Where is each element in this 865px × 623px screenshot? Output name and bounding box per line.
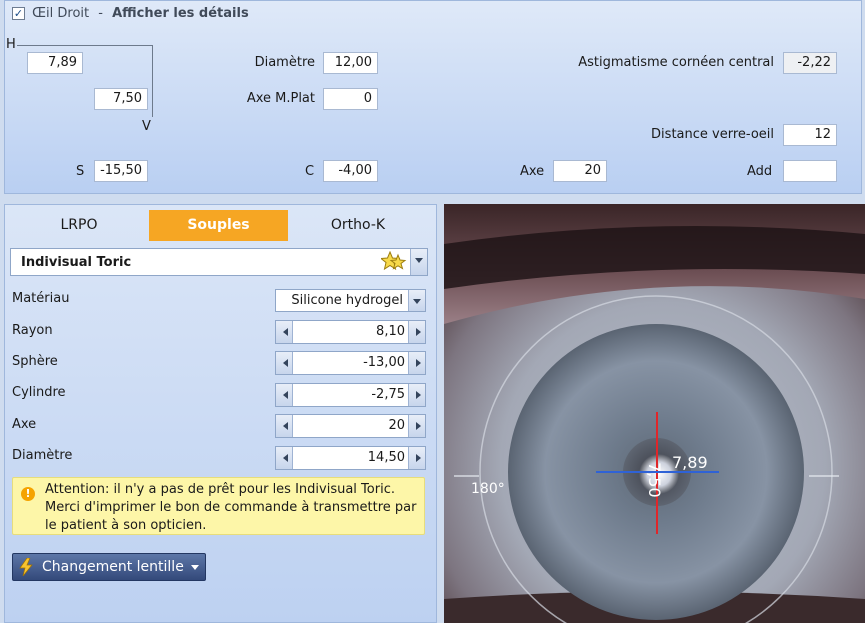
warning-line-1: Attention: il n'y a pas de prêt pour les…: [45, 482, 395, 497]
axe-decrement-icon[interactable]: [276, 415, 293, 437]
vertical-meridian-label: 7,50: [645, 462, 664, 498]
rayon-increment-icon[interactable]: [408, 321, 425, 343]
tab-lrpo[interactable]: LRPO: [10, 210, 148, 241]
cylindre-label: Cylindre: [12, 385, 66, 400]
warning-line-2: Merci d'imprimer le bon de commande à tr…: [45, 500, 417, 515]
distance-label: Distance verre-oeil: [651, 127, 774, 142]
axe-value: 20: [388, 418, 405, 433]
astig-label: Astigmatisme cornéen central: [578, 55, 774, 70]
tab-ortho-k[interactable]: Ortho-K: [289, 210, 427, 241]
k-v-field[interactable]: 7,50: [94, 88, 148, 110]
lens-model-name: Indivisual Toric: [21, 255, 132, 270]
star-icon[interactable]: [381, 251, 407, 273]
diametre-label: Diamètre: [254, 55, 315, 70]
diametre-param-label: Diamètre: [12, 448, 73, 463]
details-link[interactable]: Afficher les détails: [112, 6, 249, 21]
cylindre-value: -2,75: [371, 387, 405, 402]
h-label: H: [6, 37, 16, 52]
tab-souples[interactable]: Souples: [149, 210, 288, 241]
cylindre-stepper[interactable]: -2,75: [275, 383, 426, 407]
horizontal-meridian-label: 7,89: [672, 453, 708, 472]
lens-model-dropdown-button[interactable]: [410, 249, 427, 275]
cylindre-increment-icon[interactable]: [408, 384, 425, 406]
change-lens-label: Changement lentille: [42, 559, 184, 575]
s-field[interactable]: -15,50: [94, 160, 148, 182]
c-field[interactable]: -4,00: [323, 160, 378, 182]
add-field[interactable]: [783, 160, 837, 182]
lens-model-select[interactable]: Indivisual Toric: [10, 248, 428, 276]
sphere-decrement-icon[interactable]: [276, 352, 293, 374]
axe-label: Axe: [520, 164, 545, 179]
eye-image: 7,50 7,89 180°: [444, 204, 865, 623]
eye-header: ✓ Œil Droit - Afficher les détails: [12, 6, 249, 21]
s-label: S: [76, 164, 85, 179]
axe-increment-icon[interactable]: [408, 415, 425, 437]
diametre-field[interactable]: 12,00: [323, 52, 378, 74]
diametre-stepper[interactable]: 14,50: [275, 446, 426, 470]
warning-box: ! Attention: il n'y a pas de prêt pour l…: [12, 477, 425, 535]
axe-mplat-label: Axe M.Plat: [246, 91, 315, 106]
axe-field[interactable]: 20: [553, 160, 607, 182]
change-lens-dropdown-icon: [191, 565, 199, 574]
warning-icon: !: [21, 487, 35, 501]
diametre-decrement-icon[interactable]: [276, 447, 293, 469]
eye-photo: 7,50 7,89 180°: [444, 204, 865, 623]
materiau-value: Silicone hydrogel: [291, 293, 403, 308]
c-label: C: [305, 164, 315, 179]
materiau-dropdown-button[interactable]: [408, 290, 425, 311]
rayon-label: Rayon: [12, 323, 53, 338]
angle-label: 180°: [471, 481, 505, 497]
k-horizontal-line: [17, 45, 153, 46]
axe-stepper[interactable]: 20: [275, 414, 426, 438]
eye-label: Œil Droit: [32, 6, 90, 21]
cylindre-decrement-icon[interactable]: [276, 384, 293, 406]
axe-mplat-field[interactable]: 0: [323, 88, 378, 110]
rayon-value: 8,10: [376, 324, 405, 339]
materiau-label: Matériau: [12, 291, 70, 306]
astig-field: -2,22: [783, 52, 837, 74]
rayon-decrement-icon[interactable]: [276, 321, 293, 343]
axe-param-label: Axe: [12, 417, 37, 432]
add-label: Add: [747, 164, 773, 179]
sphere-value: -13,00: [363, 355, 405, 370]
sphere-label: Sphère: [12, 354, 58, 369]
materiau-select[interactable]: Silicone hydrogel: [275, 289, 426, 312]
sphere-increment-icon[interactable]: [408, 352, 425, 374]
header-separator: -: [98, 6, 103, 21]
change-lens-button[interactable]: Changement lentille: [12, 553, 206, 581]
rayon-stepper[interactable]: 8,10: [275, 320, 426, 344]
k-vertical-line: [152, 45, 153, 117]
diametre-increment-icon[interactable]: [408, 447, 425, 469]
v-label: V: [142, 119, 151, 134]
warning-line-3: le patient à son opticien.: [45, 518, 207, 533]
lightning-icon: [19, 558, 33, 576]
sphere-stepper[interactable]: -13,00: [275, 351, 426, 375]
eye-checkbox[interactable]: ✓: [12, 7, 25, 20]
distance-field[interactable]: 12: [783, 124, 837, 146]
k-h-field[interactable]: 7,89: [27, 52, 83, 74]
diametre-value: 14,50: [367, 450, 405, 465]
